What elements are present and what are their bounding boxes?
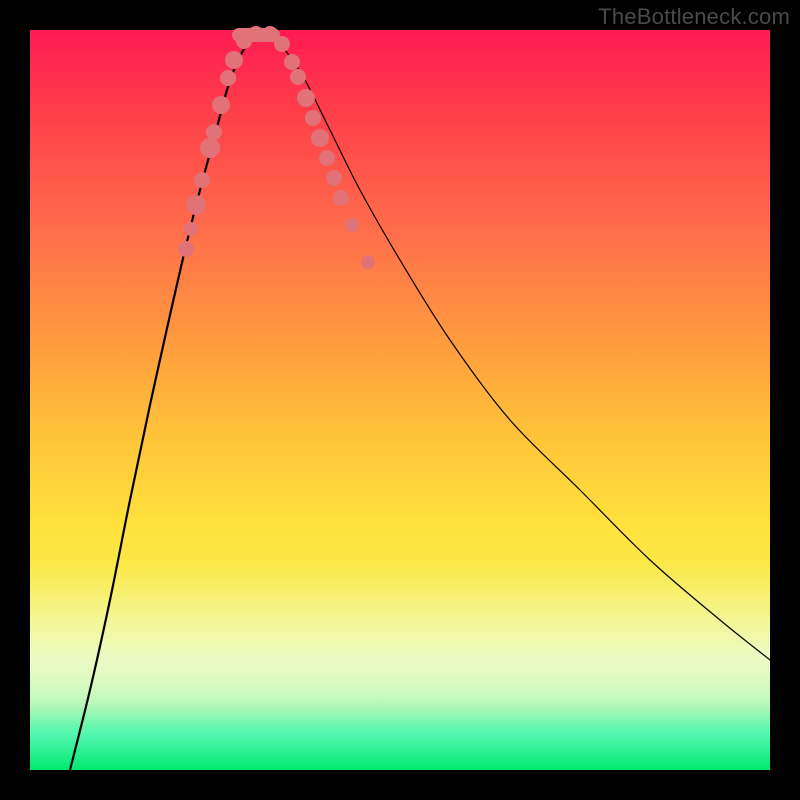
bottleneck-curve — [70, 35, 270, 770]
sample-point — [200, 138, 220, 158]
sample-point — [220, 70, 236, 86]
chart-svg — [30, 30, 770, 770]
sample-point — [206, 124, 222, 140]
sample-point — [178, 241, 194, 257]
sample-point — [225, 51, 243, 69]
sample-point — [311, 129, 329, 147]
bottleneck-curve-right — [270, 36, 770, 660]
sample-point — [290, 69, 306, 85]
chart-frame: TheBottleneck.com — [0, 0, 800, 800]
sample-point — [297, 89, 315, 107]
sample-point — [184, 222, 198, 236]
sample-point — [212, 96, 230, 114]
sample-point — [284, 54, 300, 70]
sample-point — [361, 255, 375, 269]
sample-point — [319, 150, 335, 166]
sample-point — [194, 172, 210, 188]
sample-point — [305, 110, 321, 126]
watermark-text: TheBottleneck.com — [598, 4, 790, 30]
sample-point — [326, 170, 342, 186]
sample-points-group — [178, 26, 375, 269]
sample-point — [186, 195, 206, 215]
sample-point — [333, 190, 349, 206]
sample-point — [345, 218, 359, 232]
